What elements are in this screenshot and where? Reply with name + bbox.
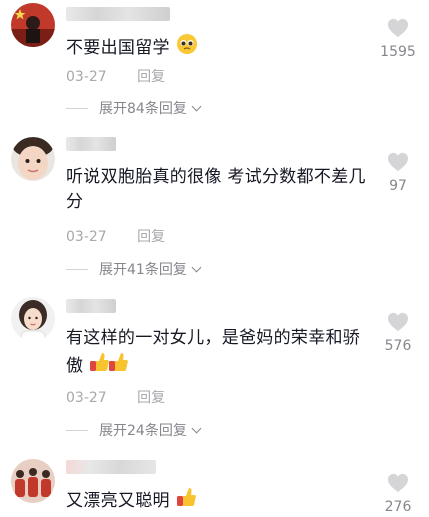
avatar[interactable] xyxy=(11,459,55,503)
comment-meta: 03-27 回复 xyxy=(66,226,165,246)
reply-button[interactable]: 回复 xyxy=(137,229,165,245)
username[interactable] xyxy=(66,460,156,474)
like-count: 1595 xyxy=(380,44,416,60)
reply-button[interactable]: 回复 xyxy=(137,69,165,85)
comment-text: 有这样的一对女儿，是爸妈的荣幸和骄傲 xyxy=(66,326,366,381)
expand-replies-button[interactable]: 展开24条回复 xyxy=(66,420,202,440)
username[interactable] xyxy=(66,7,170,21)
avatar[interactable] xyxy=(11,137,55,181)
divider-line xyxy=(66,268,88,270)
like-button[interactable]: 576 xyxy=(377,312,419,354)
avatar[interactable] xyxy=(11,297,55,341)
divider-line xyxy=(66,107,88,109)
like-count: 97 xyxy=(389,178,407,194)
chevron-down-icon xyxy=(191,101,202,111)
heart-icon xyxy=(388,473,408,493)
expand-replies-label: 展开24条回复 xyxy=(99,423,187,439)
comment-text: 听说双胞胎真的很像 考试分数都不差几分 xyxy=(66,167,366,212)
chevron-down-icon xyxy=(191,423,202,433)
reply-button[interactable]: 回复 xyxy=(137,390,165,406)
avatar[interactable] xyxy=(11,3,55,47)
heart-icon xyxy=(388,152,408,172)
comment-date: 03-27 xyxy=(66,69,107,85)
like-count: 276 xyxy=(384,499,412,515)
expand-replies-button[interactable]: 展开41条回复 xyxy=(66,259,202,279)
comment-date: 03-27 xyxy=(66,229,107,245)
like-button[interactable]: 97 xyxy=(377,152,419,194)
like-button[interactable]: 1595 xyxy=(377,18,419,60)
comment-text: 又漂亮又聪明 xyxy=(66,486,366,516)
expand-replies-button[interactable]: 展开84条回复 xyxy=(66,98,202,118)
heart-icon xyxy=(388,312,408,332)
chevron-down-icon xyxy=(191,262,202,272)
comment-text: 不要出国留学 xyxy=(66,33,366,63)
comment-date: 03-27 xyxy=(66,390,107,406)
like-button[interactable]: 276 xyxy=(377,473,419,515)
username[interactable] xyxy=(66,137,116,151)
thumbs-up-emoji-icon xyxy=(176,486,196,516)
expand-replies-label: 展开84条回复 xyxy=(99,101,187,117)
like-count: 576 xyxy=(384,338,412,354)
thumbs-up-emoji-icon xyxy=(89,351,129,381)
comment-meta: 03-27 回复 xyxy=(66,387,165,407)
expand-replies-label: 展开41条回复 xyxy=(99,262,187,278)
divider-line xyxy=(66,429,88,431)
heart-icon xyxy=(388,18,408,38)
pleading-face-emoji-icon xyxy=(176,33,198,63)
username[interactable] xyxy=(66,299,116,313)
comment-meta: 03-27 回复 xyxy=(66,66,165,86)
